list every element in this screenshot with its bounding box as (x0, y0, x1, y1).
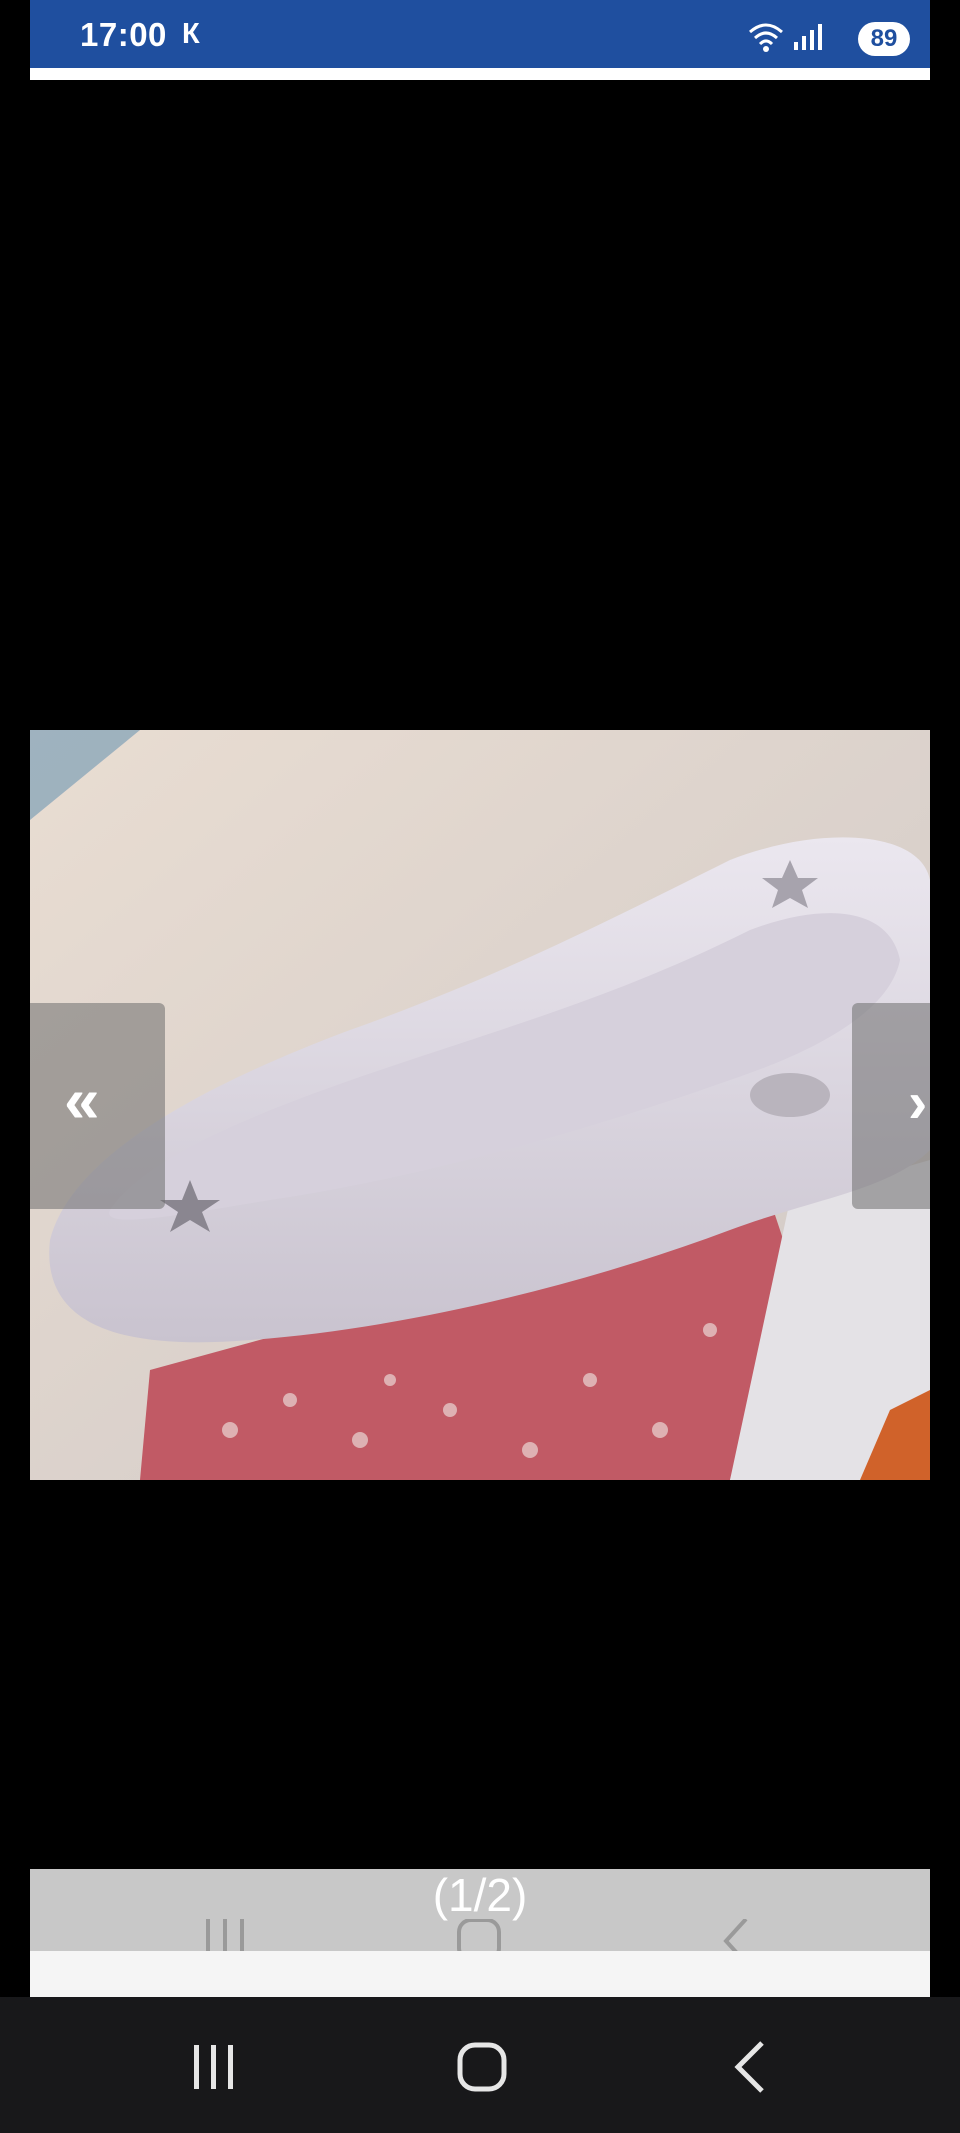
status-bar: 17:00 К 89 (30, 0, 930, 68)
recents-icon[interactable] (184, 2037, 244, 2097)
next-photo-button[interactable]: › (852, 1003, 930, 1209)
previous-arrow-icon: « (64, 1064, 100, 1136)
recents-ghost-icon (206, 1919, 244, 1951)
back-icon[interactable] (722, 2037, 782, 2097)
status-time: 17:00 (80, 16, 167, 53)
carrier-indicator: К (182, 18, 200, 50)
battery-badge: 89 (858, 22, 910, 56)
photo-content (30, 730, 930, 1480)
photo-counter-bar: (1/2) (30, 1869, 930, 1951)
header-divider (30, 68, 930, 80)
system-navigation-bar (0, 1997, 960, 2133)
listing-photo[interactable] (30, 730, 930, 1480)
previous-photo-button[interactable]: « (30, 1003, 165, 1209)
home-icon[interactable] (452, 2037, 512, 2097)
signal-icon (794, 24, 822, 50)
wifi-icon (749, 23, 783, 52)
next-arrow-icon: › (908, 1070, 928, 1135)
home-ghost-icon (457, 1919, 501, 1951)
page-footer-strip (30, 1951, 930, 1997)
photo-counter: (1/2) (432, 1869, 528, 1921)
back-ghost-icon (723, 1919, 748, 1951)
